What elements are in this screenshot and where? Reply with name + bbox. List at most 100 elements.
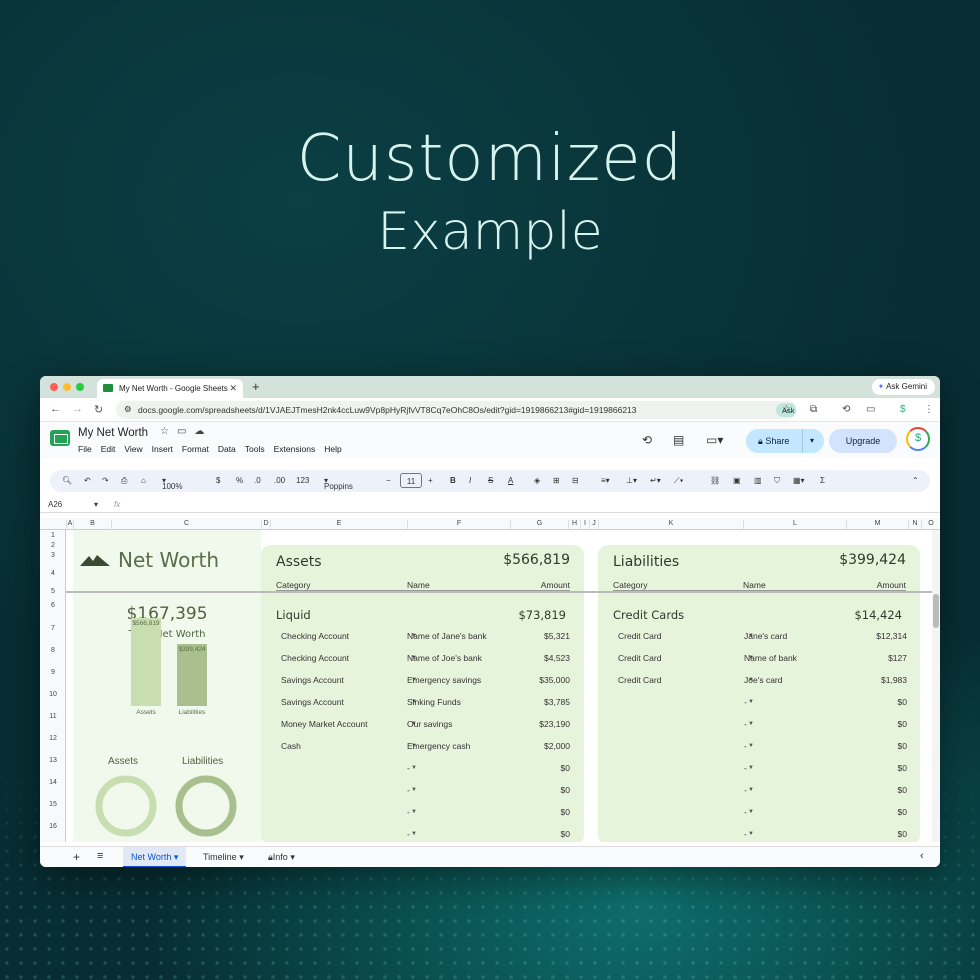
text-wrap-icon[interactable]: ↵▾ <box>650 476 661 485</box>
bold-icon[interactable]: B <box>450 476 456 485</box>
strikethrough-icon[interactable]: S <box>488 476 493 485</box>
search-menus-icon[interactable]: 🔍︎ <box>62 476 72 485</box>
fill-color-icon[interactable]: ◈ <box>534 476 540 485</box>
column-header-o[interactable]: O <box>921 520 940 530</box>
insert-link-icon[interactable]: ⛓︎ <box>710 476 720 485</box>
category-dropdown-icon[interactable]: ▼ <box>748 809 754 815</box>
back-icon[interactable]: ← <box>50 403 61 415</box>
category-dropdown-icon[interactable]: ▼ <box>748 743 754 749</box>
browser-menu-icon[interactable]: ⋮ <box>924 404 934 415</box>
upgrade-button[interactable]: Upgrade <box>829 429 897 453</box>
share-button[interactable]: 🔒︎ Share ▾ <box>746 429 824 453</box>
column-header-g[interactable]: G <box>510 520 568 530</box>
category-dropdown-icon[interactable]: ▼ <box>748 787 754 793</box>
insert-chart-icon[interactable]: ▥ <box>754 476 762 485</box>
profile-extension-icon[interactable]: $ <box>900 404 906 415</box>
zoom-select[interactable]: 100% ▾ <box>162 476 182 491</box>
tab-info[interactable]: 🔒︎Info ▾ <box>260 847 303 867</box>
row-header-16[interactable]: 16 <box>40 823 66 830</box>
undo-icon[interactable]: ↶ <box>84 476 91 485</box>
column-header-m[interactable]: M <box>846 520 908 530</box>
bookmark-star-icon[interactable]: ☆ <box>782 404 791 415</box>
site-info-icon[interactable]: ⚙ <box>124 404 132 415</box>
sheets-logo-icon[interactable] <box>50 430 70 446</box>
row-header-1[interactable]: 1 <box>40 532 66 539</box>
menu-data[interactable]: Data <box>218 444 236 454</box>
column-header-l[interactable]: L <box>743 520 846 530</box>
menu-edit[interactable]: Edit <box>101 444 116 454</box>
horizontal-align-icon[interactable]: ≡▾ <box>601 476 610 485</box>
version-history-icon[interactable]: ⟲ <box>642 433 652 447</box>
font-size-input[interactable]: 11 <box>400 473 422 488</box>
category-dropdown-icon[interactable]: ▼ <box>748 765 754 771</box>
row-header-9[interactable]: 9 <box>40 669 66 676</box>
move-folder-icon[interactable]: ▭ <box>177 426 194 437</box>
row-header-6[interactable]: 6 <box>40 602 66 609</box>
collapse-toolbar-icon[interactable]: ⌃ <box>912 476 919 485</box>
column-header-f[interactable]: F <box>407 520 510 530</box>
text-color-icon[interactable]: A <box>508 476 513 485</box>
document-title[interactable]: My Net Worth <box>78 427 148 439</box>
column-header-b[interactable]: B <box>73 520 111 530</box>
vertical-align-icon[interactable]: ⊥▾ <box>626 476 637 485</box>
add-sheet-icon[interactable]: + <box>73 850 80 864</box>
menu-file[interactable]: File <box>78 444 92 454</box>
new-tab-button[interactable]: + <box>252 379 260 394</box>
frozen-rows-divider[interactable] <box>66 591 940 593</box>
ask-gemini-button[interactable]: ✦ Ask Gemini <box>871 379 935 395</box>
menu-extensions[interactable]: Extensions <box>274 444 316 454</box>
italic-icon[interactable]: I <box>469 476 471 485</box>
currency-format-button[interactable]: $ <box>216 476 220 485</box>
font-size-increase-icon[interactable]: + <box>428 476 433 485</box>
category-dropdown-icon[interactable]: ▼ <box>748 831 754 837</box>
tab-menu-icon[interactable]: ▾ <box>290 852 295 862</box>
filter-views-icon[interactable]: ▦▾ <box>793 476 805 485</box>
category-dropdown-icon[interactable]: ▼ <box>411 809 417 815</box>
close-tab-icon[interactable]: ✕ <box>229 383 237 394</box>
row-header-7[interactable]: 7 <box>40 625 66 632</box>
redo-icon[interactable]: ↷ <box>102 476 109 485</box>
row-header-4[interactable]: 4 <box>40 570 66 577</box>
star-icon[interactable]: ☆ <box>160 426 177 437</box>
row-header-14[interactable]: 14 <box>40 779 66 786</box>
reload-icon[interactable]: ↻ <box>94 403 103 416</box>
category-dropdown-icon[interactable]: ▼ <box>411 765 417 771</box>
merge-cells-icon[interactable]: ⊟ <box>572 476 579 485</box>
comments-icon[interactable]: ▤ <box>673 433 684 447</box>
text-rotation-icon[interactable]: ⟋▾ <box>674 476 684 486</box>
more-formats-button[interactable]: 123 <box>296 476 309 485</box>
row-header-12[interactable]: 12 <box>40 735 66 742</box>
menu-tools[interactable]: Tools <box>245 444 265 454</box>
name-box-dropdown-icon[interactable]: ▾ <box>94 500 98 509</box>
category-dropdown-icon[interactable]: ▼ <box>411 787 417 793</box>
menu-format[interactable]: Format <box>182 444 209 454</box>
category-dropdown-icon[interactable]: ▼ <box>411 831 417 837</box>
browser-tab[interactable]: My Net Worth - Google Sheets ✕ <box>97 379 243 398</box>
share-dropdown-icon[interactable]: ▾ <box>802 429 824 453</box>
tab-timeline[interactable]: Timeline ▾ <box>195 847 252 867</box>
row-header-3[interactable]: 3 <box>40 552 66 559</box>
spreadsheet-grid[interactable]: ABCDEFGHIJKLMNO 1 2 3 4 5 6 7 8 9 10 11 12 13 14 15 16 … <box>40 518 940 842</box>
row-header-2[interactable]: 2 <box>40 542 66 549</box>
borders-icon[interactable]: ⊞ <box>553 476 560 485</box>
row-header-10[interactable]: 10 <box>40 691 66 698</box>
forward-icon[interactable]: → <box>72 403 83 415</box>
column-header-n[interactable]: N <box>908 520 921 530</box>
column-header-c[interactable]: C <box>111 520 261 530</box>
row-header-13[interactable]: 13 <box>40 757 66 764</box>
print-icon[interactable]: ⎙ <box>121 476 127 486</box>
column-header-d[interactable]: D <box>261 520 270 530</box>
filter-icon[interactable]: ⛉ <box>774 476 780 486</box>
font-size-decrease-icon[interactable]: − <box>386 476 391 485</box>
column-header-k[interactable]: K <box>598 520 743 530</box>
percent-format-button[interactable]: % <box>236 476 243 485</box>
menu-insert[interactable]: Insert <box>152 444 173 454</box>
extensions-icon[interactable]: ⧉ <box>810 404 817 415</box>
tab-menu-icon[interactable]: ▾ <box>239 852 244 862</box>
cloud-status-icon[interactable]: ☁ <box>194 426 212 437</box>
column-header-e[interactable]: E <box>270 520 407 530</box>
column-header-h[interactable]: H <box>568 520 580 530</box>
scroll-thumb[interactable] <box>933 594 939 628</box>
insert-comment-icon[interactable]: ▣ <box>733 476 741 485</box>
avatar[interactable]: $ <box>906 427 930 451</box>
